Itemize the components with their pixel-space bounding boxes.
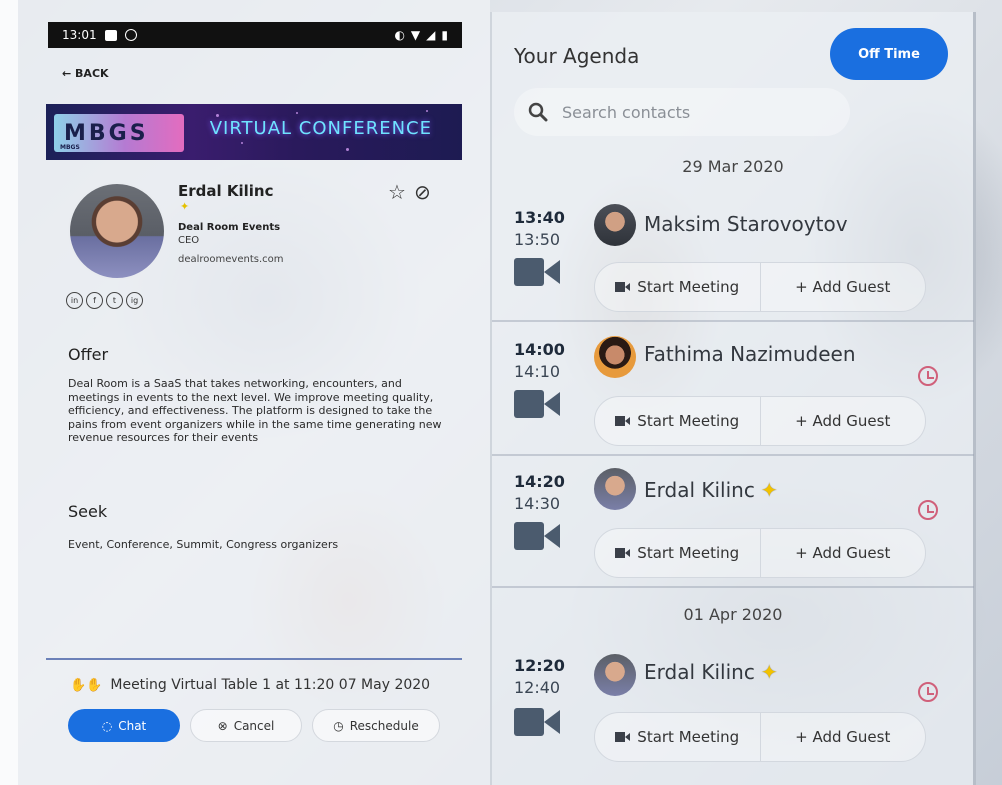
star-badge-icon: ✦ — [760, 478, 778, 502]
facebook-icon[interactable]: f — [86, 292, 103, 309]
profile-name: Erdal Kilinc — [178, 182, 274, 200]
vibrate-icon: ◐ — [394, 28, 405, 42]
video-call-icon[interactable] — [514, 256, 560, 288]
status-time: 13:01 — [62, 28, 97, 42]
video-icon — [615, 732, 631, 742]
banner-title: VIRTUAL CONFERENCE — [209, 118, 432, 139]
clock-icon: ◷ — [333, 718, 344, 733]
slot-end-time: 12:40 — [514, 678, 561, 697]
seek-text: Event, Conference, Summit, Congress orga… — [68, 538, 339, 551]
slot-start-time: 14:00 — [514, 340, 565, 359]
search-bar[interactable] — [514, 88, 850, 136]
video-icon — [615, 282, 631, 292]
start-meeting-button[interactable]: Start Meeting — [595, 713, 760, 761]
contact-avatar — [594, 654, 636, 696]
contact-avatar — [594, 336, 636, 378]
close-circle-icon: ⊗ — [217, 718, 228, 733]
slot-actions: Start Meeting + Add Guest — [594, 528, 926, 578]
signal-icon: ◢ — [426, 28, 436, 42]
video-icon — [615, 416, 631, 426]
image-icon — [104, 29, 117, 41]
back-button[interactable]: ← BACK — [62, 67, 109, 80]
offer-heading: Offer — [68, 345, 109, 364]
slot-start-time: 14:20 — [514, 472, 565, 491]
date-header: 01 Apr 2020 — [683, 605, 783, 624]
add-guest-button[interactable]: + Add Guest — [759, 713, 926, 761]
start-meeting-button[interactable]: Start Meeting — [595, 397, 760, 445]
conference-banner: MBGS MBGS VIRTUAL CONFERENCE — [46, 104, 462, 160]
star-outline-icon[interactable]: ☆ — [388, 180, 406, 204]
clock-icon[interactable] — [918, 682, 938, 702]
video-call-icon[interactable] — [514, 388, 560, 420]
whatsapp-icon — [124, 29, 137, 41]
agenda-slot: 13:40 13:50 Maksim Starovoytov Start Mee… — [492, 196, 974, 322]
sparkle-icon: ✦ — [180, 200, 190, 213]
profile-website[interactable]: dealroomevents.com — [178, 254, 284, 265]
offer-text: Deal Room is a SaaS that takes networkin… — [68, 377, 442, 444]
slot-start-time: 13:40 — [514, 208, 565, 227]
reschedule-button[interactable]: ◷ Reschedule — [312, 709, 440, 742]
video-call-icon[interactable] — [514, 520, 560, 552]
profile-role: CEO — [178, 235, 200, 246]
slot-end-time: 14:10 — [514, 362, 561, 381]
eye-off-icon[interactable]: ⊘ — [414, 180, 431, 204]
conference-logo: MBGS MBGS — [54, 114, 184, 152]
twitter-icon[interactable]: t — [106, 292, 123, 309]
contact-avatar — [594, 204, 636, 246]
contact-name[interactable]: Maksim Starovoytov — [644, 212, 848, 236]
video-call-icon[interactable] — [514, 706, 560, 738]
meeting-info: ✋✋ Meeting Virtual Table 1 at 11:20 07 M… — [70, 677, 431, 693]
contact-name[interactable]: Fathima Nazimudeen — [644, 342, 856, 366]
contact-name[interactable]: Erdal Kilinc ✦ — [644, 478, 778, 502]
agenda-slot: 14:20 14:30 Erdal Kilinc ✦ Start Meeting… — [492, 458, 974, 588]
off-time-button[interactable]: Off Time — [830, 28, 948, 80]
battery-icon: ▮ — [441, 28, 448, 42]
video-icon — [615, 548, 631, 558]
agenda-slot: 12:20 12:40 Erdal Kilinc ✦ Start Meeting… — [492, 642, 974, 772]
chat-button[interactable]: ◌ Chat — [68, 709, 180, 742]
search-icon — [528, 102, 548, 122]
agenda-title: Your Agenda — [514, 44, 640, 68]
slot-end-time: 13:50 — [514, 230, 561, 249]
handshake-icon: ✋✋ — [70, 677, 103, 693]
status-bar: 13:01 ◐ ▼ ◢ ▮ — [48, 22, 462, 48]
profile-avatar — [68, 182, 166, 280]
slot-actions: Start Meeting + Add Guest — [594, 712, 926, 762]
linkedin-icon[interactable]: in — [66, 292, 83, 309]
date-header: 29 Mar 2020 — [682, 157, 784, 176]
add-guest-button[interactable]: + Add Guest — [759, 263, 926, 311]
chat-icon: ◌ — [101, 718, 113, 733]
contact-avatar — [594, 468, 636, 510]
slot-end-time: 14:30 — [514, 494, 561, 513]
clock-icon[interactable] — [918, 500, 938, 520]
contact-name[interactable]: Erdal Kilinc ✦ — [644, 660, 778, 684]
agenda-slot: 14:00 14:10 Fathima Nazimudeen Start Mee… — [492, 324, 974, 456]
clock-icon[interactable] — [918, 366, 938, 386]
seek-heading: Seek — [68, 502, 108, 521]
search-input[interactable] — [562, 102, 822, 122]
slot-actions: Start Meeting + Add Guest — [594, 396, 926, 446]
start-meeting-button[interactable]: Start Meeting — [595, 529, 760, 577]
wifi-icon: ▼ — [410, 28, 421, 42]
social-links: in f t ig — [66, 292, 143, 309]
divider — [46, 658, 462, 660]
cancel-button[interactable]: ⊗ Cancel — [190, 709, 302, 742]
start-meeting-button[interactable]: Start Meeting — [595, 263, 760, 311]
instagram-icon[interactable]: ig — [126, 292, 143, 309]
star-badge-icon: ✦ — [760, 660, 778, 684]
add-guest-button[interactable]: + Add Guest — [759, 529, 926, 577]
add-guest-button[interactable]: + Add Guest — [759, 397, 926, 445]
slot-actions: Start Meeting + Add Guest — [594, 262, 926, 312]
slot-start-time: 12:20 — [514, 656, 565, 675]
profile-company: Deal Room Events — [178, 222, 281, 233]
